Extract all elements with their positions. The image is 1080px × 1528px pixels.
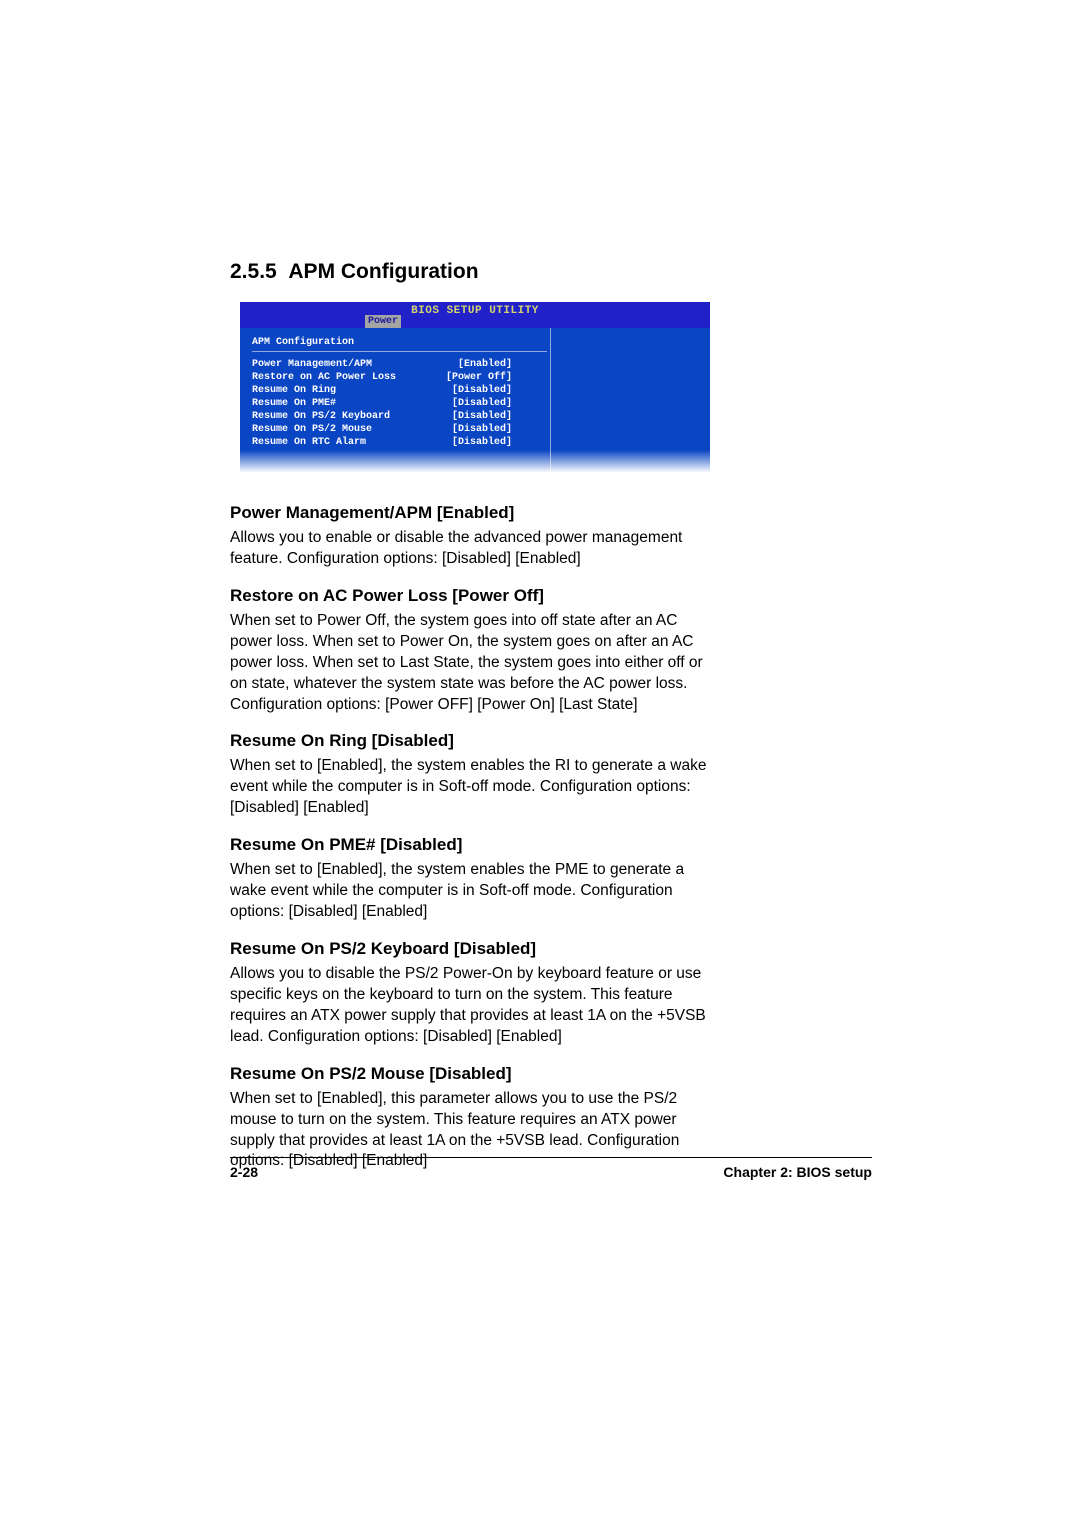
bios-row-label: Resume On RTC Alarm — [252, 436, 366, 449]
bios-row-label: Resume On PME# — [252, 397, 336, 410]
bios-header: BIOS SETUP UTILITY Power — [240, 302, 710, 328]
bios-row-value: [Disabled] — [452, 436, 512, 449]
bios-row: Resume On PS/2 Mouse [Disabled] — [252, 423, 512, 436]
bios-screenshot: BIOS SETUP UTILITY Power APM Configurati… — [240, 302, 710, 473]
bios-row: Resume On PME# [Disabled] — [252, 397, 512, 410]
page-number: 2-28 — [230, 1164, 258, 1180]
desc-block: Power Management/APM [Enabled] Allows yo… — [230, 503, 872, 570]
desc-block: Resume On PME# [Disabled] When set to [E… — [230, 835, 872, 923]
bios-row: Restore on AC Power Loss [Power Off] — [252, 371, 512, 384]
section-title: 2.5.5 APM Configuration — [230, 260, 872, 284]
bios-row: Resume On PS/2 Keyboard [Disabled] — [252, 410, 512, 423]
bios-row-label: Resume On PS/2 Mouse — [252, 423, 372, 436]
bios-tab-power: Power — [365, 315, 401, 328]
bios-row: Resume On RTC Alarm [Disabled] — [252, 436, 512, 449]
bios-row: Power Management/APM [Enabled] — [252, 358, 512, 371]
bios-row-label: Resume On Ring — [252, 384, 336, 397]
desc-heading: Power Management/APM [Enabled] — [230, 503, 872, 523]
bios-row-value: [Disabled] — [452, 384, 512, 397]
bios-row-value: [Enabled] — [458, 358, 512, 371]
desc-body: Allows you to enable or disable the adva… — [230, 528, 720, 570]
bios-left-panel: APM Configuration Power Management/APM [… — [240, 328, 550, 473]
desc-block: Resume On PS/2 Keyboard [Disabled] Allow… — [230, 939, 872, 1048]
bios-row-value: [Disabled] — [452, 410, 512, 423]
desc-heading: Restore on AC Power Loss [Power Off] — [230, 586, 872, 606]
bios-row-label: Resume On PS/2 Keyboard — [252, 410, 390, 423]
bios-row-label: Power Management/APM — [252, 358, 372, 371]
desc-heading: Resume On PS/2 Keyboard [Disabled] — [230, 939, 872, 959]
section-number: 2.5.5 — [230, 260, 277, 283]
bios-row-value: [Power Off] — [446, 371, 512, 384]
desc-body: Allows you to disable the PS/2 Power-On … — [230, 964, 720, 1048]
bios-right-panel — [550, 328, 710, 473]
section-heading-text: APM Configuration — [288, 260, 478, 283]
bios-body: APM Configuration Power Management/APM [… — [240, 328, 710, 473]
bios-row-value: [Disabled] — [452, 423, 512, 436]
bios-row-label: Restore on AC Power Loss — [252, 371, 396, 384]
bios-row-value: [Disabled] — [452, 397, 512, 410]
document-page: 2.5.5 APM Configuration BIOS SETUP UTILI… — [0, 0, 1080, 1528]
desc-block: Restore on AC Power Loss [Power Off] Whe… — [230, 586, 872, 716]
desc-body: When set to Power Off, the system goes i… — [230, 611, 720, 716]
desc-heading: Resume On PS/2 Mouse [Disabled] — [230, 1064, 872, 1084]
bios-row: Resume On Ring [Disabled] — [252, 384, 512, 397]
desc-block: Resume On Ring [Disabled] When set to [E… — [230, 731, 872, 819]
desc-body: When set to [Enabled], the system enable… — [230, 860, 720, 923]
desc-body: When set to [Enabled], the system enable… — [230, 756, 720, 819]
desc-heading: Resume On PME# [Disabled] — [230, 835, 872, 855]
bios-header-title: BIOS SETUP UTILITY — [240, 302, 710, 318]
chapter-label: Chapter 2: BIOS setup — [723, 1164, 872, 1180]
desc-heading: Resume On Ring [Disabled] — [230, 731, 872, 751]
page-footer: 2-28 Chapter 2: BIOS setup — [230, 1157, 872, 1180]
bios-panel-title: APM Configuration — [252, 336, 547, 352]
